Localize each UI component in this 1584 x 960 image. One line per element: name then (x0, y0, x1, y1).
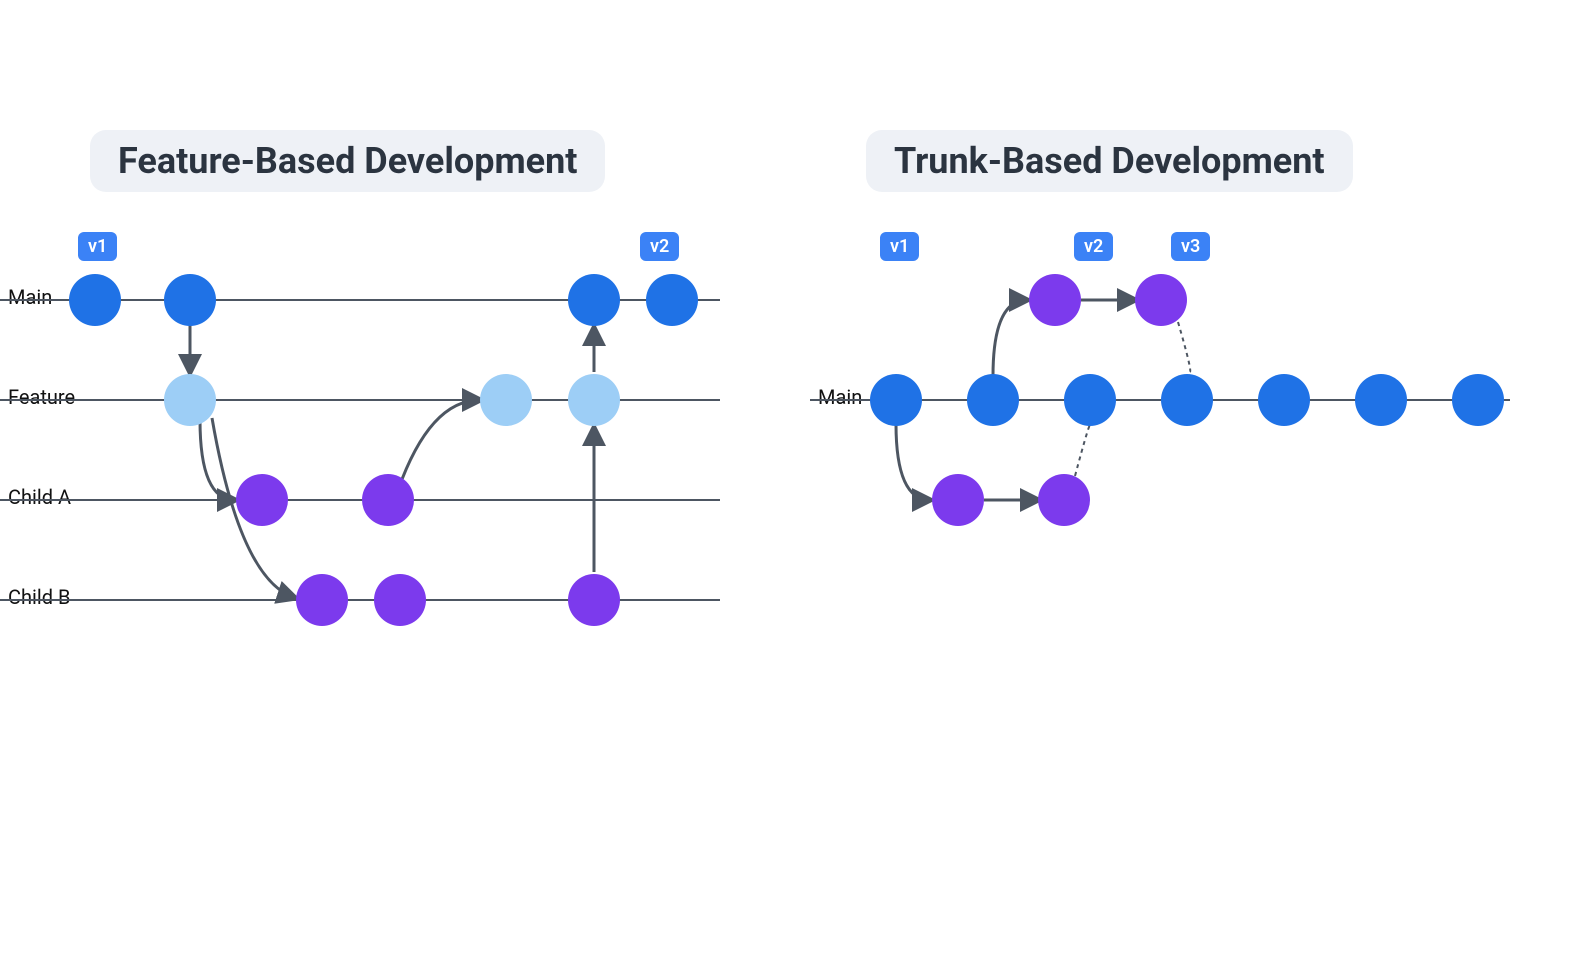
commit-childB-2 (374, 574, 426, 626)
commit-tmain-3 (1064, 374, 1116, 426)
commit-tmain-4 (1161, 374, 1213, 426)
commit-childA-1 (236, 474, 288, 526)
commit-tmain-5 (1258, 374, 1310, 426)
commit-tupper-2 (1135, 274, 1187, 326)
arrow-childA-to-feature (398, 400, 480, 490)
commit-tlower-2 (1038, 474, 1090, 526)
arrow-feature-to-childA (200, 420, 235, 500)
commit-childA-2 (362, 474, 414, 526)
commit-main-3 (568, 274, 620, 326)
commit-feature-3 (568, 374, 620, 426)
commit-tmain-7 (1452, 374, 1504, 426)
commit-childB-1 (296, 574, 348, 626)
commit-childB-3 (568, 574, 620, 626)
commit-tmain-1 (870, 374, 922, 426)
commit-main-4 (646, 274, 698, 326)
commit-tmain-6 (1355, 374, 1407, 426)
commit-tlower-1 (932, 474, 984, 526)
arrow-r-upper-merge (1178, 322, 1190, 372)
arrow-r-main-to-upper1 (993, 300, 1027, 376)
arrow-r-lower-merge (1075, 425, 1090, 476)
commit-feature-2 (480, 374, 532, 426)
commit-main-1 (69, 274, 121, 326)
commit-main-2 (164, 274, 216, 326)
commit-tupper-1 (1029, 274, 1081, 326)
arrow-r-main-to-lower1 (896, 424, 930, 500)
commit-feature-1 (164, 374, 216, 426)
commit-tmain-2 (967, 374, 1019, 426)
diagram-svg (0, 0, 1584, 960)
